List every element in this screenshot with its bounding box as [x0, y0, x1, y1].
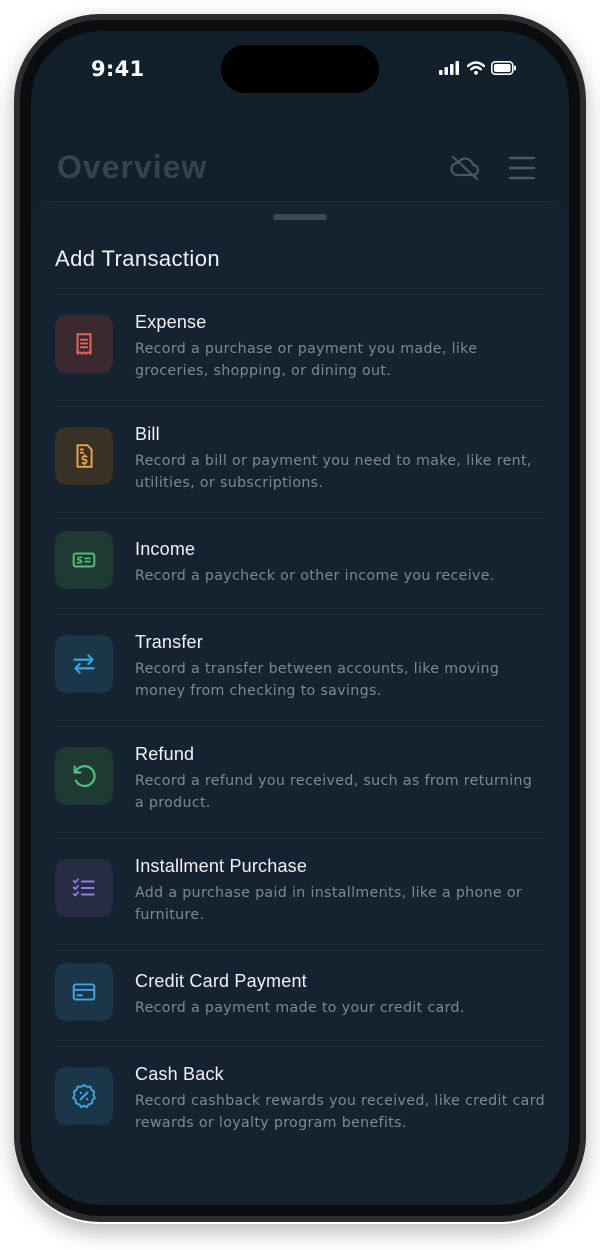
installment-text: Installment Purchase Add a purchase paid…: [135, 855, 545, 926]
option-installment-purchase[interactable]: Installment Purchase Add a purchase paid…: [55, 833, 545, 945]
page-title: Overview: [57, 149, 208, 185]
cash-back-description: Record cashback rewards you received, li…: [135, 1093, 546, 1131]
menu-icon[interactable]: [508, 155, 536, 181]
cash-icon: [72, 552, 96, 568]
option-cash-back[interactable]: Cash Back Record cashback rewards you re…: [55, 1041, 545, 1152]
credit-card-icon-box: [55, 963, 113, 1021]
expense-description: Record a purchase or payment you made, l…: [135, 341, 478, 379]
transfer-title: Transfer: [135, 632, 203, 652]
option-credit-card-payment[interactable]: Credit Card Payment Record a payment mad…: [55, 945, 545, 1041]
refund-text: Refund Record a refund you received, suc…: [135, 743, 545, 814]
wifi-icon: [467, 61, 485, 75]
income-text: Income Record a paycheck or other income…: [135, 538, 545, 588]
status-bar: 9:41: [31, 31, 569, 111]
expense-text: Expense Record a purchase or payment you…: [135, 311, 545, 382]
option-refund[interactable]: Refund Record a refund you received, suc…: [55, 721, 545, 833]
cash-back-icon-box: [55, 1067, 113, 1125]
cash-back-title: Cash Back: [135, 1064, 224, 1084]
income-title: Income: [135, 539, 196, 559]
add-transaction-sheet: Add Transaction Expense Record a purchas…: [31, 201, 569, 1205]
sheet-title: Add Transaction: [55, 246, 220, 271]
checklist-icon: [72, 878, 95, 897]
bill-description: Record a bill or payment you need to mak…: [135, 453, 532, 491]
credit-card-text: Credit Card Payment Record a payment mad…: [135, 970, 545, 1020]
transaction-type-list: Expense Record a purchase or payment you…: [55, 289, 545, 1152]
cloud-off-icon[interactable]: [449, 155, 481, 181]
installment-icon-box: [55, 859, 113, 917]
installment-title: Installment Purchase: [135, 856, 308, 876]
transfer-text: Transfer Record a transfer between accou…: [135, 631, 545, 702]
transfer-arrows-icon: [73, 654, 95, 674]
income-icon-box: [55, 531, 113, 589]
transfer-icon-box: [55, 635, 113, 693]
bill-document-icon: [76, 444, 93, 468]
cellular-signal-icon: [439, 61, 459, 75]
bill-title: Bill: [135, 424, 160, 444]
credit-card-title: Credit Card Payment: [135, 971, 307, 991]
refund-undo-icon: [73, 765, 96, 788]
credit-card-icon: [72, 983, 96, 1001]
sheet-grabber[interactable]: [273, 214, 327, 220]
installment-description: Add a purchase paid in installments, lik…: [135, 885, 523, 923]
status-time: 9:41: [91, 57, 145, 81]
expense-icon-box: [55, 315, 113, 373]
expense-title: Expense: [135, 312, 207, 332]
bill-icon-box: [55, 427, 113, 485]
battery-icon: [491, 61, 516, 75]
cash-back-text: Cash Back Record cashback rewards you re…: [135, 1063, 545, 1134]
refund-title: Refund: [135, 744, 195, 764]
refund-icon-box: [55, 747, 113, 805]
income-description: Record a paycheck or other income you re…: [135, 568, 495, 584]
phone-frame: 9:41 Overview Add Transaction Expense Re…: [14, 14, 586, 1222]
cashback-badge-icon: [72, 1083, 96, 1109]
option-transfer[interactable]: Transfer Record a transfer between accou…: [55, 609, 545, 721]
option-expense[interactable]: Expense Record a purchase or payment you…: [55, 289, 545, 401]
receipt-icon: [76, 333, 92, 355]
refund-description: Record a refund you received, such as fr…: [135, 773, 533, 811]
option-bill[interactable]: Bill Record a bill or payment you need t…: [55, 401, 545, 513]
status-icons: [439, 61, 517, 75]
dynamic-island: [221, 45, 379, 93]
credit-card-description: Record a payment made to your credit car…: [135, 1000, 465, 1016]
transfer-description: Record a transfer between accounts, like…: [135, 661, 500, 699]
option-income[interactable]: Income Record a paycheck or other income…: [55, 513, 545, 609]
phone-screen: 9:41 Overview Add Transaction Expense Re…: [31, 31, 569, 1205]
bill-text: Bill Record a bill or payment you need t…: [135, 423, 545, 494]
